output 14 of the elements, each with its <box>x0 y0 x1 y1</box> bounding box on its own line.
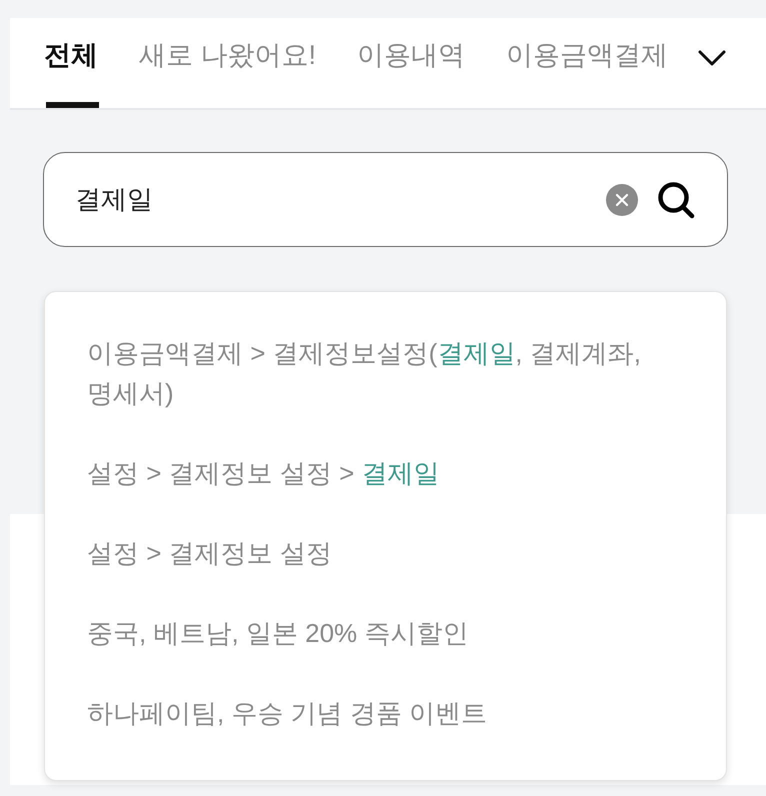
tab[interactable]: 전체 <box>44 18 98 108</box>
suggestion-item[interactable]: 설정 > 결제정보 설정 <box>45 513 726 593</box>
suggestion-item[interactable]: 설정 > 결제정보 설정 > 결제일 <box>45 433 726 513</box>
search-icon[interactable] <box>657 180 695 218</box>
suggestion-item[interactable]: 중국, 베트남, 일본 20% 즉시할인 <box>45 593 726 673</box>
clear-icon[interactable] <box>606 184 638 216</box>
search-input[interactable]: 결제일 <box>75 180 594 219</box>
chevron-down-icon <box>698 50 726 66</box>
suggestion-item[interactable]: 이용금액결제 > 결제정보설정(결제일, 결제계좌, 명세서) <box>45 313 726 433</box>
tab[interactable]: 새로 나왔어요! <box>139 18 316 108</box>
search-field[interactable]: 결제일 <box>43 152 728 247</box>
tab[interactable]: 이용금액결제 <box>506 18 668 108</box>
tab[interactable]: 이용내역 <box>357 18 466 108</box>
suggestion-item[interactable]: 하나페이팀, 우승 기념 경품 이벤트 <box>45 673 726 753</box>
